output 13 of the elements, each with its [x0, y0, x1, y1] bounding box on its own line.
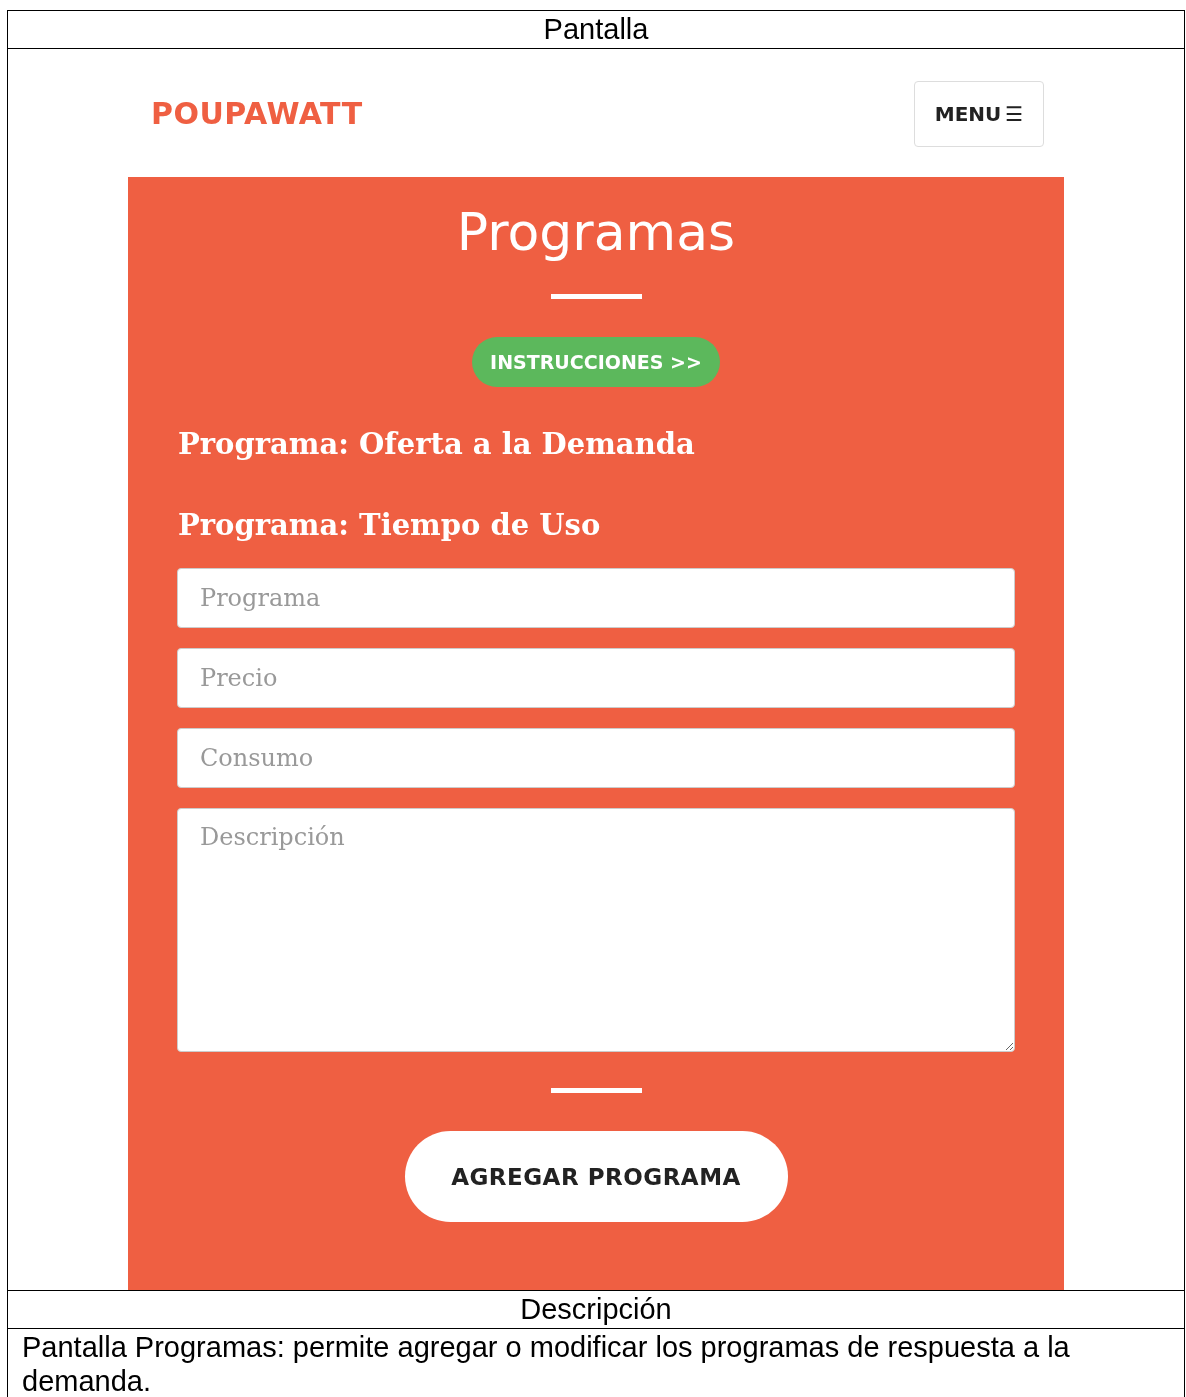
program-title: Programa: Oferta a la Demanda [178, 426, 695, 463]
text-field[interactable]: Precio [177, 648, 1015, 708]
column-heading: Descripción [8, 1291, 1184, 1329]
text-field[interactable]: Consumo [177, 728, 1015, 788]
add-program-button[interactable]: AGREGAR PROGRAMA [404, 1131, 788, 1222]
text-field[interactable]: Programa [177, 568, 1015, 628]
text-area[interactable]: Descripción [177, 808, 1015, 1052]
program-title: Programa: Tiempo de Uso [178, 507, 601, 544]
menu-button[interactable]: MENU ☰ [914, 81, 1044, 147]
column-heading: Pantalla [8, 11, 1184, 49]
page-title: Programas [456, 201, 736, 264]
description-text: Pantalla Programas: permite agregar o modificar los programas de respuesta a la demanda. [21, 1330, 1071, 1397]
logo: POUPAWATT [151, 95, 363, 131]
